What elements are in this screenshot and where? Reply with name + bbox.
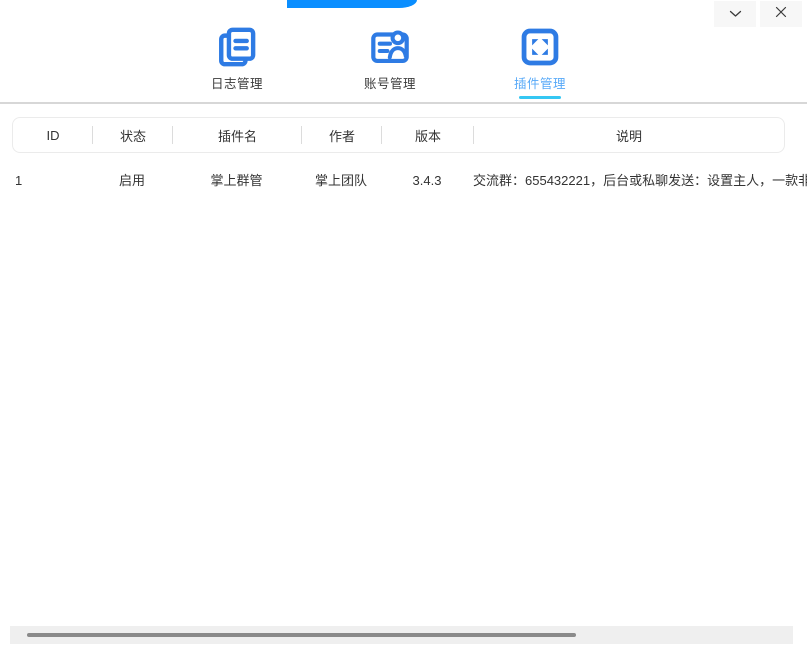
tab-account-management[interactable]: 账号管理 <box>345 24 435 102</box>
column-header-id: ID <box>13 118 93 152</box>
top-accent-shape <box>287 0 417 8</box>
column-header-description: 说明 <box>474 118 784 152</box>
column-header-status: 状态 <box>93 118 173 152</box>
tab-divider <box>0 102 807 104</box>
column-header-plugin-name: 插件名 <box>173 118 302 152</box>
cell-version: 3.4.3 <box>381 168 473 194</box>
cell-description: 交流群：655432221，后台或私聊发送：设置主人，一款非 <box>473 168 807 194</box>
table-row[interactable]: 1 启用 掌上群管 掌上团队 3.4.3 交流群：655432221，后台或私聊… <box>0 168 807 194</box>
horizontal-scrollbar-thumb[interactable] <box>27 633 576 637</box>
tab-log-management[interactable]: 日志管理 <box>192 24 282 102</box>
cell-id: 1 <box>15 168 22 194</box>
tab-label-account: 账号管理 <box>364 73 416 92</box>
plugin-manager-window: { "window": { "top_accent_color": "#0a8e… <box>0 0 807 655</box>
column-header-author: 作者 <box>302 118 382 152</box>
close-button[interactable] <box>760 1 802 27</box>
horizontal-scrollbar-track[interactable] <box>10 626 793 644</box>
account-card-icon <box>367 24 413 70</box>
close-icon <box>775 5 787 23</box>
plugin-scan-icon <box>517 24 563 70</box>
cell-plugin-name: 掌上群管 <box>172 168 301 194</box>
table-header: ID 状态 插件名 作者 版本 说明 <box>12 117 785 153</box>
tab-label-plugin: 插件管理 <box>514 73 566 92</box>
rollup-button[interactable] <box>714 1 756 27</box>
cell-author: 掌上团队 <box>301 168 381 194</box>
chevron-down-icon <box>729 5 742 23</box>
tab-label-log: 日志管理 <box>211 73 263 92</box>
cell-status: 启用 <box>92 168 172 194</box>
column-header-version: 版本 <box>382 118 474 152</box>
tab-plugin-management[interactable]: 插件管理 <box>495 24 585 102</box>
active-tab-underline <box>519 96 561 99</box>
log-documents-icon <box>214 24 260 70</box>
